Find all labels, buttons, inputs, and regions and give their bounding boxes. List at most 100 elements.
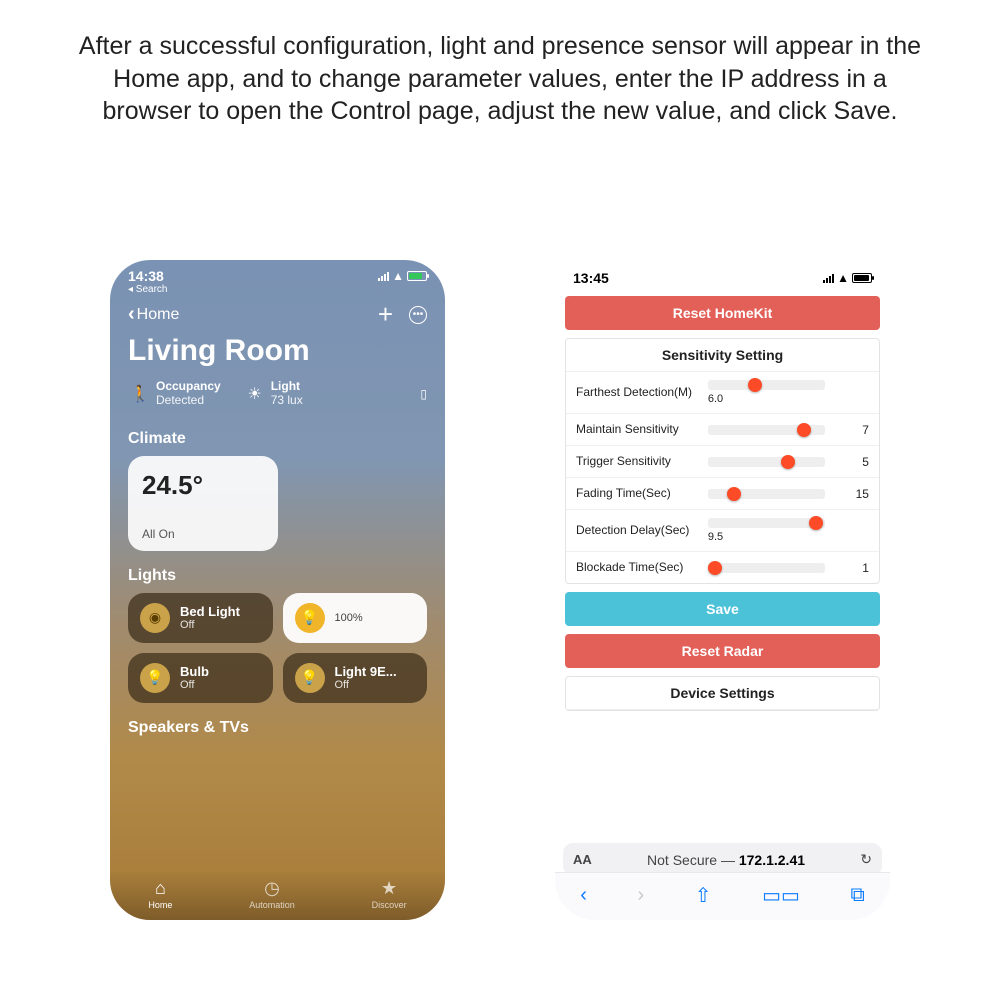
slider-value-below: 6.0	[708, 393, 825, 405]
status-icons: ▲	[823, 271, 872, 285]
slider-blockade-time[interactable]	[708, 563, 825, 573]
slider-detection-delay[interactable]: 9.5	[708, 518, 825, 543]
row-detection-delay: Detection Delay(Sec) 9.5	[566, 510, 879, 552]
house-icon: ⌂	[148, 878, 172, 899]
bulb-icon: 💡	[295, 603, 325, 633]
sun-icon: ☀	[247, 386, 263, 402]
sensitivity-panel: Sensitivity Setting Farthest Detection(M…	[565, 338, 880, 584]
save-button[interactable]: Save	[565, 592, 880, 626]
light-state: Off	[335, 679, 397, 691]
occupancy-sensor[interactable]: 🚶 Occupancy Detected	[132, 380, 221, 408]
control-page-screenshot: 13:45 ▲ Reset HomeKit Sensitivity Settin…	[555, 260, 890, 920]
status-time: 13:45	[573, 270, 609, 286]
status-time: 14:38	[128, 268, 164, 284]
chevron-left-icon: ‹	[128, 303, 135, 326]
light-tile-bulb[interactable]: 💡 Bulb Off	[128, 653, 273, 703]
home-app-screenshot: 14:38 ▲ ◂ Search ‹ Home + ••• Living Roo…	[110, 260, 445, 920]
slider-farthest-detection[interactable]: 6.0	[708, 380, 825, 405]
row-farthest-detection: Farthest Detection(M) 6.0	[566, 372, 879, 414]
row-label: Farthest Detection(M)	[576, 385, 699, 400]
back-to-search[interactable]: ◂ Search	[110, 284, 445, 297]
climate-card[interactable]: 24.5° All On	[128, 456, 278, 551]
light-state: 100%	[335, 612, 363, 624]
slider-trigger-sensitivity[interactable]	[708, 457, 825, 467]
tab-automation[interactable]: ◷ Automation	[249, 878, 295, 910]
clock-icon: ◷	[249, 878, 295, 899]
battery-icon	[407, 271, 427, 281]
reset-radar-button[interactable]: Reset Radar	[565, 634, 880, 668]
nav-back-icon[interactable]: ‹	[580, 884, 587, 907]
nav-back-home[interactable]: ‹ Home	[128, 303, 179, 326]
signal-icon	[378, 271, 389, 281]
battery-icon	[852, 273, 872, 283]
share-icon[interactable]: ⇧	[695, 883, 712, 908]
tab-label: Discover	[372, 900, 407, 910]
light-state: Off	[180, 619, 240, 631]
row-label: Trigger Sensitivity	[576, 454, 699, 469]
not-secure-label: Not Secure —	[647, 852, 739, 868]
reset-homekit-button[interactable]: Reset HomeKit	[565, 296, 880, 330]
sensor-battery-icon: ▯	[420, 387, 427, 401]
light-sensor[interactable]: ☀ Light 73 lux	[247, 380, 303, 408]
tab-label: Automation	[249, 900, 295, 910]
wifi-icon: ▲	[392, 269, 404, 283]
slider-maintain-sensitivity[interactable]	[708, 425, 825, 435]
url-text: Not Secure — 172.1.2.41	[600, 852, 852, 868]
add-button[interactable]: +	[378, 299, 393, 330]
climate-section-label: Climate	[110, 414, 445, 456]
slider-fading-time[interactable]	[708, 489, 825, 499]
row-maintain-sensitivity: Maintain Sensitivity 7	[566, 414, 879, 446]
more-button[interactable]: •••	[409, 306, 427, 324]
row-blockade-time: Blockade Time(Sec) 1	[566, 552, 879, 583]
light-tile-light9e[interactable]: 💡 Light 9E... Off	[283, 653, 428, 703]
light-name: Light 9E...	[335, 664, 397, 679]
occupancy-value: Detected	[156, 394, 221, 408]
status-bar: 13:45 ▲	[555, 260, 890, 290]
row-value: 5	[834, 455, 869, 469]
occupancy-label: Occupancy	[156, 380, 221, 394]
status-icons: ▲	[378, 269, 427, 283]
row-label: Detection Delay(Sec)	[576, 523, 699, 538]
nav-forward-icon[interactable]: ›	[638, 884, 645, 907]
light-state: Off	[180, 679, 209, 691]
safari-toolbar: ‹ › ⇧ ▭▭ ⧉	[555, 872, 890, 920]
signal-icon	[823, 273, 834, 283]
row-label: Fading Time(Sec)	[576, 486, 699, 501]
tabs-icon[interactable]: ⧉	[850, 884, 864, 907]
device-settings-panel: Device Settings	[565, 676, 880, 711]
light-name: Bed Light	[180, 604, 240, 619]
climate-status: All On	[142, 527, 264, 541]
light-label: Light	[271, 380, 303, 394]
wifi-icon: ▲	[837, 271, 849, 285]
device-settings-title: Device Settings	[566, 677, 879, 710]
speakers-section-label: Speakers & TVs	[110, 703, 445, 745]
row-label: Blockade Time(Sec)	[576, 560, 699, 575]
bulb-icon: 💡	[295, 663, 325, 693]
climate-temp: 24.5°	[142, 470, 264, 501]
sensitivity-title: Sensitivity Setting	[566, 339, 879, 372]
row-label: Maintain Sensitivity	[576, 422, 699, 437]
star-icon: ★	[372, 878, 407, 899]
walk-icon: 🚶	[132, 386, 148, 402]
row-fading-time: Fading Time(Sec) 15	[566, 478, 879, 510]
light-value: 73 lux	[271, 394, 303, 408]
status-bar: 14:38 ▲	[110, 260, 445, 284]
instruction-text: After a successful configuration, light …	[70, 30, 930, 128]
url-ip: 172.1.2.41	[739, 852, 805, 868]
text-size-button[interactable]: AA	[573, 852, 592, 867]
light-tile-bed-light[interactable]: ◉ Bed Light Off	[128, 593, 273, 643]
room-title: Living Room	[110, 330, 445, 376]
row-value: 15	[834, 487, 869, 501]
bulb-icon: 💡	[140, 663, 170, 693]
reload-icon[interactable]: ↻	[860, 851, 872, 868]
light-tile-on[interactable]: 💡 100%	[283, 593, 428, 643]
row-trigger-sensitivity: Trigger Sensitivity 5	[566, 446, 879, 478]
lights-section-label: Lights	[110, 551, 445, 593]
tab-home[interactable]: ⌂ Home	[148, 878, 172, 910]
bookmarks-icon[interactable]: ▭▭	[762, 883, 800, 908]
tab-bar: ⌂ Home ◷ Automation ★ Discover	[110, 870, 445, 920]
lamp-icon: ◉	[140, 603, 170, 633]
tab-discover[interactable]: ★ Discover	[372, 878, 407, 910]
slider-value-below: 9.5	[708, 531, 825, 543]
tab-label: Home	[148, 900, 172, 910]
